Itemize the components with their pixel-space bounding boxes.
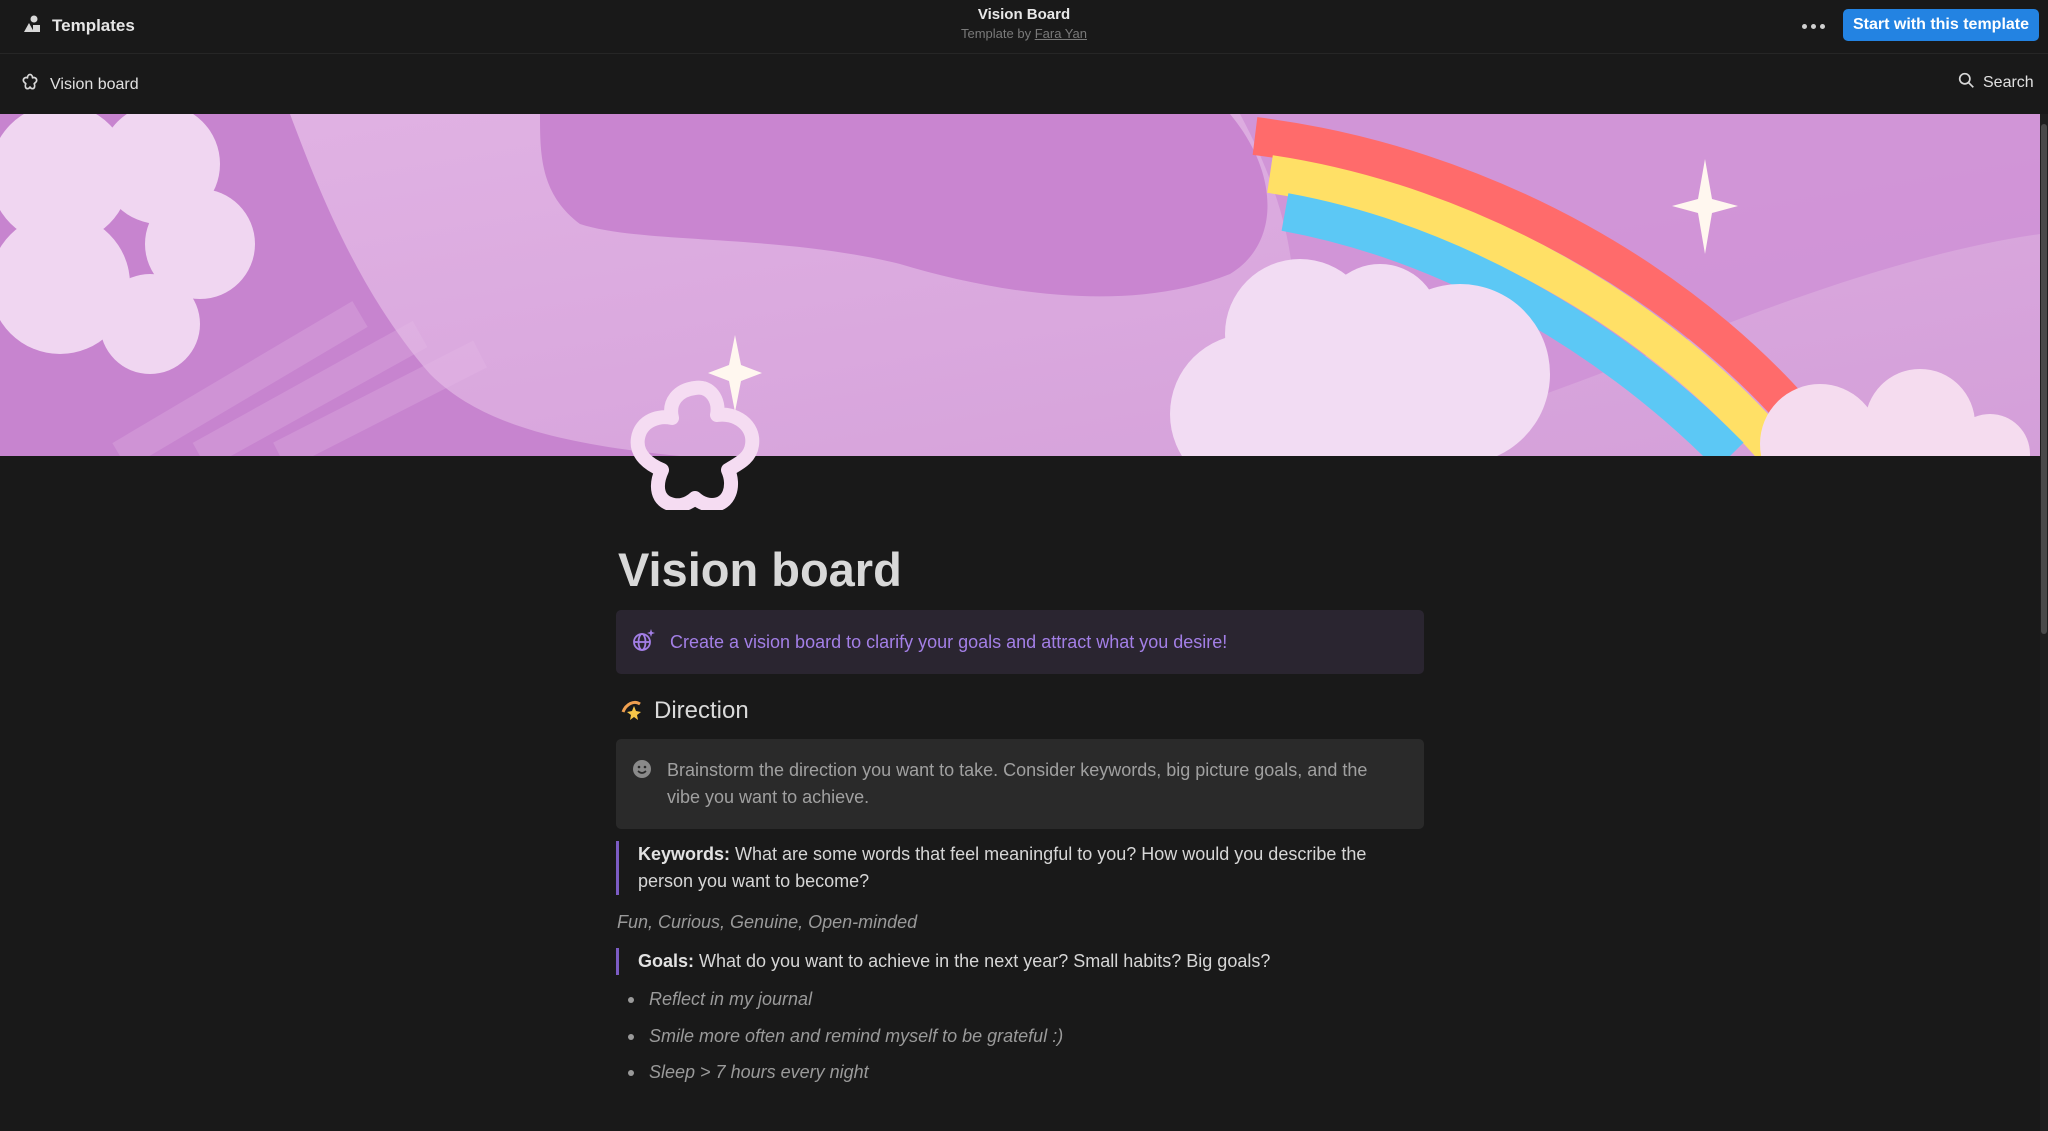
more-options-icon[interactable] [1800, 14, 1826, 38]
keywords-answer: Fun, Curious, Genuine, Open-minded [617, 912, 918, 932]
section-heading: Direction [620, 696, 749, 725]
breadcrumb-page: Vision board [50, 75, 139, 93]
section-heading-text: Direction [654, 696, 749, 724]
search-label: Search [1983, 74, 2034, 91]
shooting-star-icon [620, 696, 644, 725]
intro-callout-text: Create a vision board to clarify your go… [670, 631, 1228, 652]
byline-prefix: Template by [961, 26, 1035, 41]
list-item: Smile more often and remind myself to be… [616, 1023, 1063, 1050]
goals-list: Reflect in my journal Smile more often a… [616, 986, 1063, 1096]
start-with-template-button[interactable]: Start with this template [1843, 9, 2039, 41]
smiley-icon [632, 759, 652, 784]
intro-callout: Create a vision board to clarify your go… [616, 610, 1424, 674]
keywords-question: What are some words that feel meaningful… [638, 844, 1367, 891]
list-item: Reflect in my journal [616, 986, 1063, 1013]
scrollbar[interactable] [2040, 114, 2048, 1131]
breadcrumb-bar: Vision board Search [0, 54, 2048, 114]
search-icon [1958, 72, 1975, 94]
breadcrumb[interactable]: Vision board [20, 72, 139, 97]
author-link[interactable]: Fara Yan [1035, 26, 1087, 41]
scrollbar-thumb[interactable] [2041, 124, 2047, 634]
template-header: Vision Board Template by Fara Yan [0, 5, 2048, 43]
sparkle-globe-icon [630, 627, 656, 658]
list-item: Sleep > 7 hours every night [616, 1059, 1063, 1086]
page-icon[interactable] [620, 330, 770, 513]
flower-page-icon [20, 72, 40, 97]
keywords-quote: Keywords: What are some words that feel … [616, 841, 1424, 895]
direction-callout: Brainstorm the direction you want to tak… [616, 739, 1424, 829]
goals-label: Goals: [638, 951, 695, 971]
top-bar: Templates Vision Board Template by Fara … [0, 0, 2048, 54]
direction-callout-text: Brainstorm the direction you want to tak… [667, 760, 1368, 807]
cover-image [0, 114, 2040, 456]
page-title: Vision board [618, 543, 902, 596]
template-title: Vision Board [977, 6, 1071, 23]
template-byline: Template by Fara Yan [0, 25, 2048, 43]
goals-question: What do you want to achieve in the next … [694, 951, 1271, 971]
search-button[interactable]: Search [1958, 72, 2034, 94]
keywords-label: Keywords: [638, 844, 731, 864]
goals-quote: Goals: What do you want to achieve in th… [616, 948, 1424, 975]
